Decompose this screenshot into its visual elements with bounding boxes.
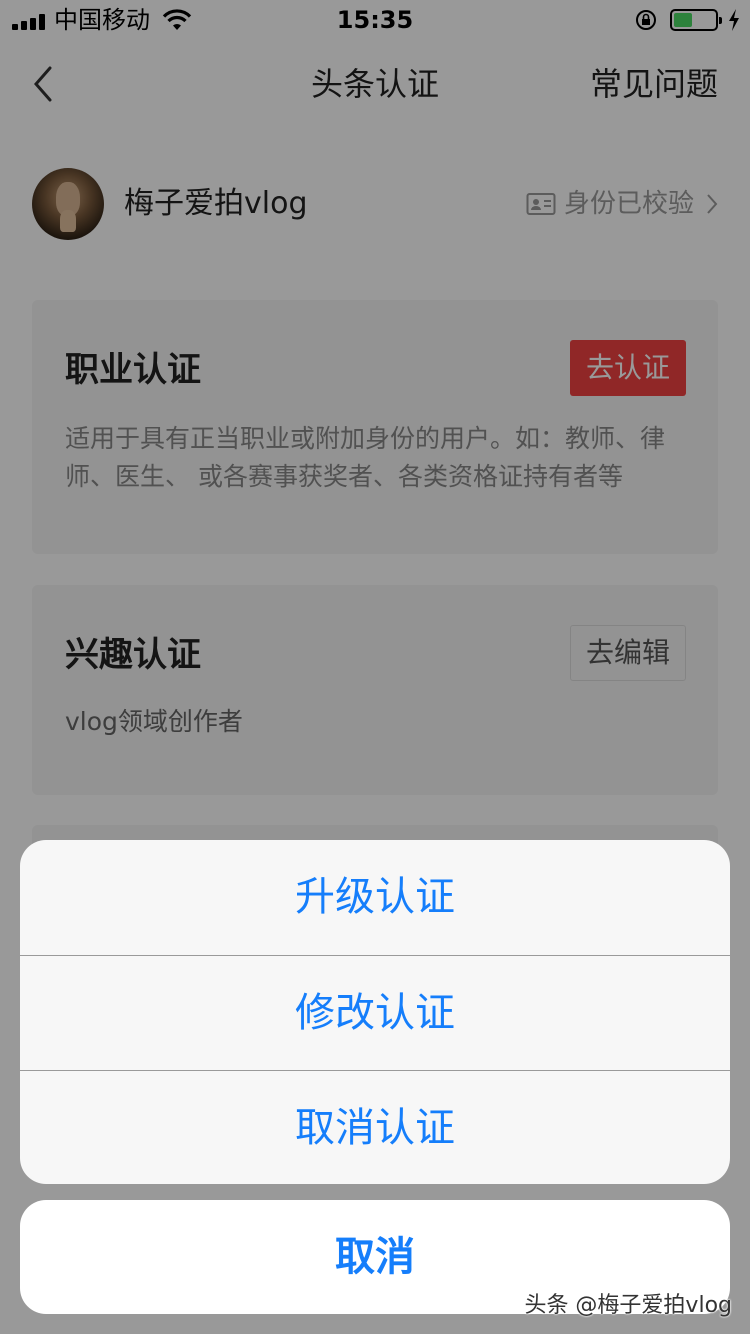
modify-verification-option[interactable]: 修改认证 <box>20 955 730 1069</box>
action-sheet: 升级认证 修改认证 取消认证 <box>20 840 730 1184</box>
upgrade-verification-option[interactable]: 升级认证 <box>20 840 730 954</box>
cancel-verification-option[interactable]: 取消认证 <box>20 1070 730 1184</box>
watermark: 头条 @梅子爱拍vlog <box>524 1293 732 1318</box>
screen: 中国移动 15:35 头条认证 常见问题 梅子爱拍vlog 身份已校验 职业认证… <box>0 0 750 1334</box>
